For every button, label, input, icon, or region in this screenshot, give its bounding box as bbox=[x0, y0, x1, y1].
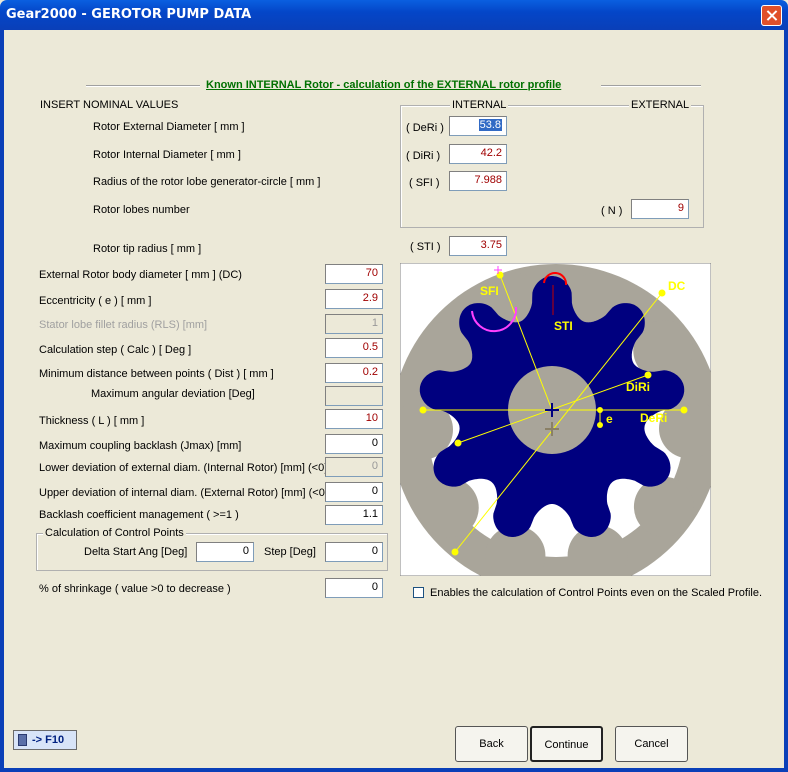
calc-label: Calculation step ( Calc ) [ Deg ] bbox=[39, 344, 192, 356]
diri-text: DiRi bbox=[626, 380, 650, 394]
dist-input[interactable]: 0.2 bbox=[325, 363, 383, 383]
upper-input[interactable]: 0 bbox=[325, 482, 383, 502]
lower-input: 0 bbox=[325, 457, 383, 477]
int-diam-code: ( DiRi ) bbox=[406, 150, 441, 162]
ecc-label: Eccentricity ( e ) [ mm ] bbox=[39, 295, 152, 307]
shrink-label: % of shrinkage ( value >0 to decrease ) bbox=[39, 583, 231, 595]
upper-label: Upper deviation of internal diam. (Exter… bbox=[39, 487, 329, 499]
ext-diam-input[interactable]: 53.8 bbox=[449, 116, 507, 136]
tip-code: ( STI ) bbox=[410, 241, 441, 253]
continue-button[interactable]: Continue bbox=[530, 726, 603, 762]
diri-point-right bbox=[644, 371, 652, 379]
ext-diam-label: Rotor External Diameter [ mm ] bbox=[93, 121, 245, 133]
calculator-icon bbox=[18, 734, 27, 746]
ext-diam-value: 53.8 bbox=[478, 119, 502, 131]
delta-input[interactable]: 0 bbox=[196, 542, 254, 562]
radius-label: Radius of the rotor lobe generator-circl… bbox=[93, 176, 321, 188]
radius-code: ( SFI ) bbox=[409, 177, 440, 189]
deri-point-left bbox=[419, 406, 427, 414]
close-button[interactable] bbox=[761, 5, 782, 26]
header-title: Known INTERNAL Rotor - calculation of th… bbox=[206, 79, 562, 91]
header-separator-right bbox=[601, 85, 701, 87]
jmax-input[interactable]: 0 bbox=[325, 434, 383, 454]
calc-input[interactable]: 0.5 bbox=[325, 338, 383, 358]
tip-input[interactable]: 3.75 bbox=[449, 236, 507, 256]
lower-label: Lower deviation of external diam. (Inter… bbox=[39, 462, 328, 474]
int-diam-input[interactable]: 42.2 bbox=[449, 144, 507, 164]
rls-label: Stator lobe fillet radius (RLS) [mm] bbox=[39, 319, 208, 331]
thick-input[interactable]: 10 bbox=[325, 409, 383, 429]
sfi-text: SFI bbox=[480, 284, 499, 298]
jmax-label: Maximum coupling backlash (Jmax) [mm] bbox=[39, 440, 242, 452]
lobes-label: Rotor lobes number bbox=[93, 204, 190, 216]
col-internal-label: INTERNAL bbox=[450, 99, 509, 111]
control-points-title: Calculation of Control Points bbox=[43, 527, 186, 539]
window-title: Gear2000 - GEROTOR PUMP DATA bbox=[6, 7, 252, 22]
scaled-profile-label: Enables the calculation of Control Point… bbox=[430, 587, 763, 599]
dist-label: Minimum distance between points ( Dist )… bbox=[39, 368, 274, 380]
stator-lobe bbox=[418, 477, 479, 538]
f10-label: -> F10 bbox=[32, 734, 65, 746]
stator-lobe bbox=[633, 476, 694, 537]
backlash-label: Backlash coefficient management ( >=1 ) bbox=[39, 509, 239, 521]
e-text: e bbox=[606, 412, 613, 426]
lobes-input[interactable]: 9 bbox=[631, 199, 689, 219]
diri-point-left bbox=[454, 439, 462, 447]
int-diam-label: Rotor Internal Diameter [ mm ] bbox=[93, 149, 241, 161]
angdev-label: Maximum angular deviation [Deg] bbox=[91, 388, 255, 400]
ext-diam-code: ( DeRi ) bbox=[406, 122, 444, 134]
rls-input: 1 bbox=[325, 314, 383, 334]
dc-input[interactable]: 70 bbox=[325, 264, 383, 284]
e-point-bottom bbox=[597, 422, 603, 428]
sti-text: STI bbox=[554, 319, 573, 333]
nominal-section-label: INSERT NOMINAL VALUES bbox=[40, 99, 179, 111]
step-label: Step [Deg] bbox=[264, 546, 316, 558]
dc-point-top bbox=[658, 289, 666, 297]
back-button[interactable]: Back bbox=[455, 726, 528, 762]
deri-text: DeRi bbox=[640, 411, 667, 425]
gerotor-diagram: SFI STI DC DiRi DeRi e bbox=[400, 263, 711, 576]
deri-point-right bbox=[680, 406, 688, 414]
f10-button[interactable]: -> F10 bbox=[13, 730, 77, 750]
cancel-button[interactable]: Cancel bbox=[615, 726, 688, 762]
backlash-input[interactable]: 1.1 bbox=[325, 505, 383, 525]
dc-text: DC bbox=[668, 279, 686, 293]
tip-label: Rotor tip radius [ mm ] bbox=[93, 243, 202, 255]
lobes-code: ( N ) bbox=[601, 205, 623, 217]
radius-input[interactable]: 7.988 bbox=[449, 171, 507, 191]
delta-label: Delta Start Ang [Deg] bbox=[84, 546, 188, 558]
scaled-profile-checkbox[interactable] bbox=[413, 587, 424, 598]
dc-point-bottom bbox=[451, 548, 459, 556]
thick-label: Thickness ( L ) [ mm ] bbox=[39, 415, 145, 427]
header-separator-left bbox=[86, 85, 200, 87]
shrink-input[interactable]: 0 bbox=[325, 578, 383, 598]
title-bar: Gear2000 - GEROTOR PUMP DATA bbox=[0, 0, 788, 30]
ecc-input[interactable]: 2.9 bbox=[325, 289, 383, 309]
e-point-top bbox=[597, 407, 603, 413]
step-input[interactable]: 0 bbox=[325, 542, 383, 562]
dc-label: External Rotor body diameter [ mm ] (DC) bbox=[39, 269, 242, 281]
col-external-label: EXTERNAL bbox=[629, 99, 692, 111]
angdev-input bbox=[325, 386, 383, 406]
